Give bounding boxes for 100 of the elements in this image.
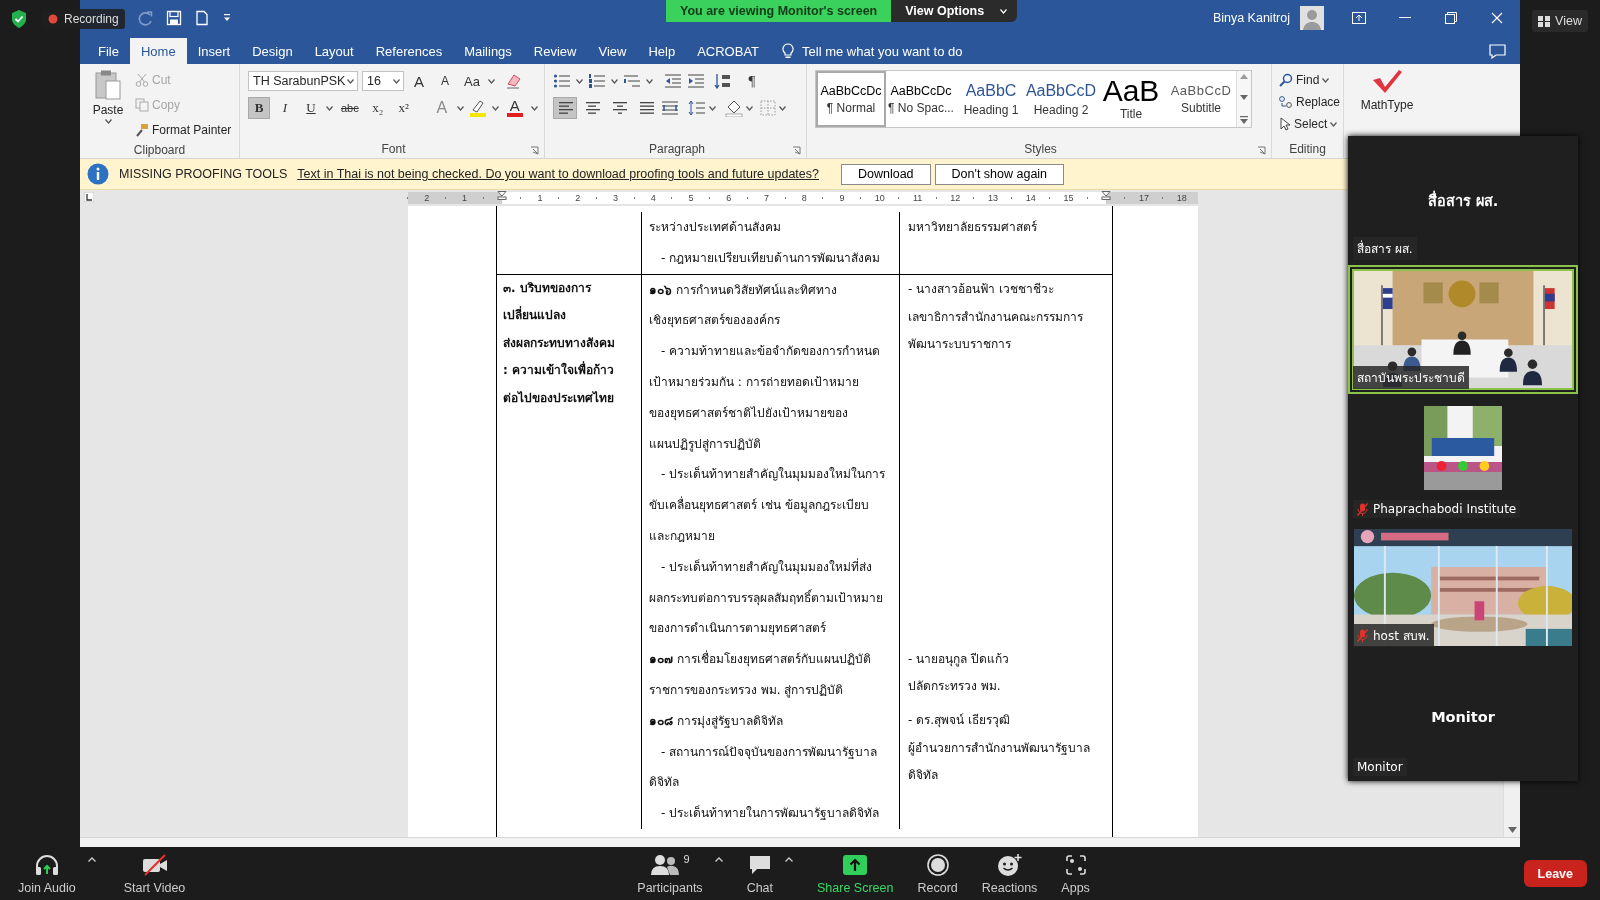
- sort-icon[interactable]: [714, 73, 732, 89]
- increase-indent-icon[interactable]: [687, 73, 705, 89]
- ribbon-tab[interactable]: Design: [241, 38, 304, 64]
- style-item[interactable]: AaBbCcD Subtitle: [1166, 71, 1236, 127]
- caret-icon[interactable]: [347, 78, 354, 84]
- style-item[interactable]: AaBbCcDc ¶ No Spac...: [886, 71, 956, 127]
- grow-font-button[interactable]: A: [408, 70, 430, 92]
- style-item[interactable]: AaBbCcDc ¶ Normal: [816, 71, 886, 127]
- reactions-icon[interactable]: [996, 852, 1023, 877]
- decrease-indent-icon[interactable]: [664, 73, 682, 89]
- paintbrush-icon[interactable]: [135, 123, 149, 137]
- shading-icon[interactable]: [725, 99, 743, 117]
- show-marks-button[interactable]: ¶: [741, 70, 763, 92]
- participants-icon[interactable]: [650, 853, 681, 876]
- dismiss-button[interactable]: Don't show again: [934, 163, 1065, 185]
- download-button[interactable]: Download: [840, 163, 931, 185]
- ribbon-tab[interactable]: File: [87, 38, 130, 64]
- view-options-button[interactable]: View Options: [891, 0, 1018, 22]
- find-button[interactable]: Find: [1277, 69, 1343, 91]
- save-icon[interactable]: [166, 10, 182, 26]
- share-button[interactable]: Share Screen: [811, 849, 900, 898]
- ribbon-tab[interactable]: Review: [522, 38, 588, 64]
- search-icon[interactable]: [1279, 73, 1293, 87]
- caret-icon[interactable]: [530, 105, 538, 111]
- numbering-icon[interactable]: [588, 73, 606, 89]
- mathtype-button[interactable]: MathType: [1358, 64, 1416, 124]
- leave-button[interactable]: Leave: [1523, 860, 1587, 887]
- tell-me-field[interactable]: Tell me what you want to do: [802, 43, 963, 59]
- caret-icon[interactable]: [487, 78, 495, 84]
- strike-button[interactable]: abc: [337, 97, 363, 119]
- caret-icon[interactable]: [611, 78, 618, 84]
- clear-formatting-icon[interactable]: [504, 72, 523, 90]
- customize-toolbar-icon[interactable]: [222, 13, 232, 23]
- subscript-button[interactable]: x₂: [366, 97, 389, 119]
- multilevel-list-icon[interactable]: [623, 73, 641, 89]
- ribbon-tab[interactable]: Home: [129, 38, 187, 64]
- record-button[interactable]: Record: [911, 849, 964, 898]
- caret-icon[interactable]: [456, 105, 464, 111]
- caret-icon[interactable]: [393, 78, 400, 84]
- caret-icon[interactable]: [709, 105, 716, 111]
- message-link[interactable]: Text in Thai is not being checked. Do you want to download proofing tools and future updates?: [297, 167, 819, 181]
- participants-button[interactable]: 9 Participants: [631, 849, 709, 898]
- minimize-icon[interactable]: [1399, 17, 1411, 19]
- headphones-icon[interactable]: [33, 853, 60, 876]
- chat-icon[interactable]: [747, 853, 772, 876]
- replace-button[interactable]: Replace: [1277, 91, 1343, 113]
- style-item[interactable]: AaBbC Heading 1: [956, 71, 1026, 127]
- bold-button[interactable]: B: [248, 97, 270, 119]
- caret-icon[interactable]: [1322, 77, 1330, 83]
- new-document-icon[interactable]: [194, 10, 210, 26]
- caret-icon[interactable]: [746, 105, 753, 111]
- paste-button[interactable]: Paste: [85, 69, 131, 133]
- style-item[interactable]: AaBbCcD Heading 2: [1026, 71, 1096, 127]
- more-styles-icon[interactable]: [1240, 116, 1248, 124]
- change-case-button[interactable]: Aa: [460, 70, 484, 92]
- comment-icon[interactable]: [1489, 43, 1506, 59]
- caret-icon[interactable]: [576, 78, 583, 84]
- dialog-launcher-icon[interactable]: [530, 146, 539, 155]
- italic-button[interactable]: I: [274, 97, 296, 119]
- ribbon-tab[interactable]: Mailings: [453, 38, 523, 64]
- bullets-icon[interactable]: [553, 73, 571, 89]
- underline-button[interactable]: U: [300, 97, 322, 119]
- caret-icon[interactable]: [326, 105, 333, 111]
- scroll-up-icon[interactable]: [1240, 74, 1248, 79]
- grid-icon[interactable]: [1538, 15, 1551, 27]
- select-button[interactable]: Select: [1277, 113, 1343, 135]
- restore-icon[interactable]: [1445, 12, 1457, 24]
- dialog-launcher-icon[interactable]: [792, 146, 801, 155]
- replace-icon[interactable]: [1279, 95, 1293, 109]
- tab-selector-icon[interactable]: [84, 192, 94, 202]
- format-painter-button[interactable]: Format Painter: [133, 119, 234, 141]
- line-spacing-icon[interactable]: [688, 100, 706, 116]
- ribbon-tab[interactable]: ACROBAT: [686, 38, 771, 64]
- caret-icon[interactable]: [779, 105, 786, 111]
- indent-marker-icon[interactable]: [497, 191, 508, 200]
- ruler[interactable]: 2 1 1 2 3 4 5 6 7 8 9 10 11 12 13 14 15 17 18: [408, 192, 1198, 204]
- font-color-button[interactable]: A: [502, 97, 527, 119]
- redo-icon[interactable]: [138, 10, 154, 26]
- ribbon-tab[interactable]: References: [364, 38, 454, 64]
- ribbon-options-icon[interactable]: [1352, 12, 1366, 24]
- color-bar-icon[interactable]: [506, 113, 523, 117]
- reactions-button[interactable]: Reactions: [975, 849, 1044, 898]
- font-size-field[interactable]: 16: [362, 71, 404, 91]
- clipboard-icon[interactable]: [93, 69, 123, 101]
- chat-button[interactable]: Chat: [740, 849, 780, 898]
- style-item[interactable]: AaB Title: [1096, 71, 1166, 127]
- caret-icon[interactable]: [104, 119, 112, 124]
- caret-icon[interactable]: [491, 105, 499, 111]
- apps-icon[interactable]: [1064, 853, 1087, 876]
- close-icon[interactable]: [1491, 12, 1503, 24]
- caret-icon[interactable]: [1330, 121, 1338, 127]
- shrink-font-button[interactable]: A: [434, 70, 456, 92]
- caret-icon[interactable]: [646, 78, 653, 84]
- superscript-button[interactable]: x²: [392, 97, 415, 119]
- ribbon-tab[interactable]: View: [587, 38, 638, 64]
- apps-button[interactable]: Apps: [1055, 849, 1096, 898]
- scroll-down-icon[interactable]: [1507, 827, 1517, 833]
- scroll-down-icon[interactable]: [1240, 95, 1248, 100]
- ribbon-tab[interactable]: Layout: [303, 38, 365, 64]
- share-screen-icon[interactable]: [843, 854, 868, 875]
